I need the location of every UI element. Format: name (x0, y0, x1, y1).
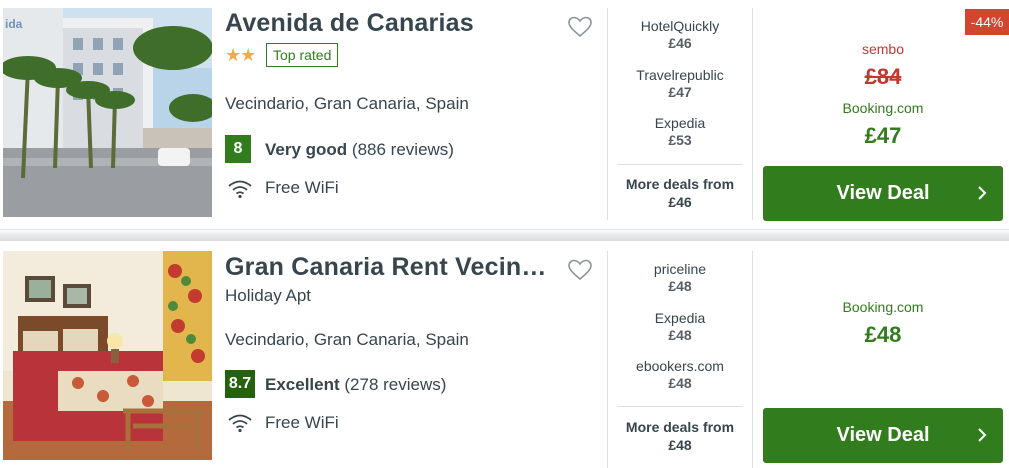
column-divider (752, 251, 753, 468)
hotel-photo[interactable] (3, 251, 212, 460)
deal-list: priceline £48 Expedia £48 ebookers.com £… (617, 261, 743, 407)
deal-provider: Travelrepublic (636, 66, 724, 83)
deal-item[interactable]: Expedia £53 (617, 115, 743, 164)
deal-item[interactable]: Expedia £48 (617, 310, 743, 359)
hotel-location: Vecindario, Gran Canaria, Spain (225, 330, 469, 349)
deals-divider (617, 164, 743, 165)
deal-price: £48 (668, 326, 692, 343)
best-deal-provider: Booking.com (842, 299, 924, 315)
deal-item[interactable]: Travelrepublic £47 (617, 67, 743, 116)
deal-price: £53 (668, 132, 692, 148)
amenity-wifi: Free WiFi (265, 413, 339, 432)
deal-item[interactable]: priceline £48 (617, 261, 743, 310)
column-divider (752, 8, 753, 220)
review-count: (278 reviews) (344, 375, 447, 394)
wifi-icon (228, 414, 252, 433)
view-deal-button[interactable]: View Deal (763, 408, 1003, 463)
deal-provider: Expedia (654, 115, 706, 131)
deal-price: £48 (668, 375, 692, 391)
deal-item[interactable]: HotelQuickly £46 (617, 18, 743, 67)
hotel-card: ida Avenida de Canarias ★★ Top rated Vec… (0, 0, 1009, 221)
more-deals-label: More deals from (625, 176, 735, 192)
original-provider: sembo (861, 41, 905, 57)
hotel-photo[interactable]: ida (3, 8, 212, 217)
view-deal-label: View Deal (836, 182, 930, 204)
more-deals-price: £46 (668, 194, 692, 210)
rating-summary[interactable]: Excellent (278 reviews) (265, 375, 446, 395)
rating-word: Excellent (265, 375, 340, 394)
card-separator (0, 229, 1009, 241)
more-deals-price: £48 (668, 437, 692, 453)
heart-outline-icon[interactable] (567, 14, 593, 40)
deal-item[interactable]: ebookers.com £48 (617, 358, 743, 407)
hotel-name[interactable]: Avenida de Canarias (225, 9, 474, 38)
more-deals-link[interactable]: More deals from £48 (617, 418, 743, 454)
more-deals-link[interactable]: More deals from £46 (617, 175, 743, 211)
deals-divider (617, 406, 743, 407)
svg-text:ida: ida (5, 17, 23, 31)
chevron-right-icon (978, 186, 987, 200)
best-deal-price: £47 (864, 123, 902, 148)
property-type: Holiday Apt (225, 286, 311, 305)
rating-score: 8.7 (225, 370, 255, 398)
best-deal-price: £48 (864, 322, 902, 347)
original-price-value: £84 (864, 64, 902, 89)
rating-word: Very good (265, 140, 348, 159)
hotel-name[interactable]: Gran Canaria Rent Vecindario (225, 253, 555, 282)
rating-summary[interactable]: Very good (886 reviews) (265, 140, 454, 160)
column-divider (607, 8, 608, 220)
top-rated-badge: Top rated (266, 43, 339, 67)
amenity-wifi: Free WiFi (265, 178, 339, 197)
best-deal-provider: Booking.com (842, 100, 924, 116)
rating-score: 8 (225, 135, 251, 163)
star-rating: ★★ (225, 45, 256, 65)
deal-price: £47 (668, 83, 692, 100)
discount-badge: -44% (965, 9, 1009, 35)
original-price: £84 (763, 64, 1003, 90)
deal-price: £48 (668, 278, 692, 294)
column-divider (607, 251, 608, 468)
hotel-location: Vecindario, Gran Canaria, Spain (225, 94, 469, 113)
deal-provider: priceline (653, 261, 707, 277)
deal-list: HotelQuickly £46 Travelrepublic £47 Expe… (617, 18, 743, 164)
deal-price: £46 (668, 35, 692, 51)
more-deals-label: More deals from (625, 419, 735, 435)
deal-provider: HotelQuickly (640, 18, 720, 34)
review-count: (886 reviews) (351, 140, 454, 159)
deal-provider: Expedia (654, 309, 706, 326)
hotel-card: Gran Canaria Rent Vecindario Holiday Apt… (0, 243, 1009, 468)
heart-outline-icon[interactable] (567, 257, 593, 283)
chevron-right-icon (978, 428, 987, 442)
wifi-icon (228, 180, 252, 199)
view-deal-button[interactable]: View Deal (763, 166, 1003, 221)
deal-provider: ebookers.com (636, 358, 724, 374)
view-deal-label: View Deal (836, 424, 930, 446)
